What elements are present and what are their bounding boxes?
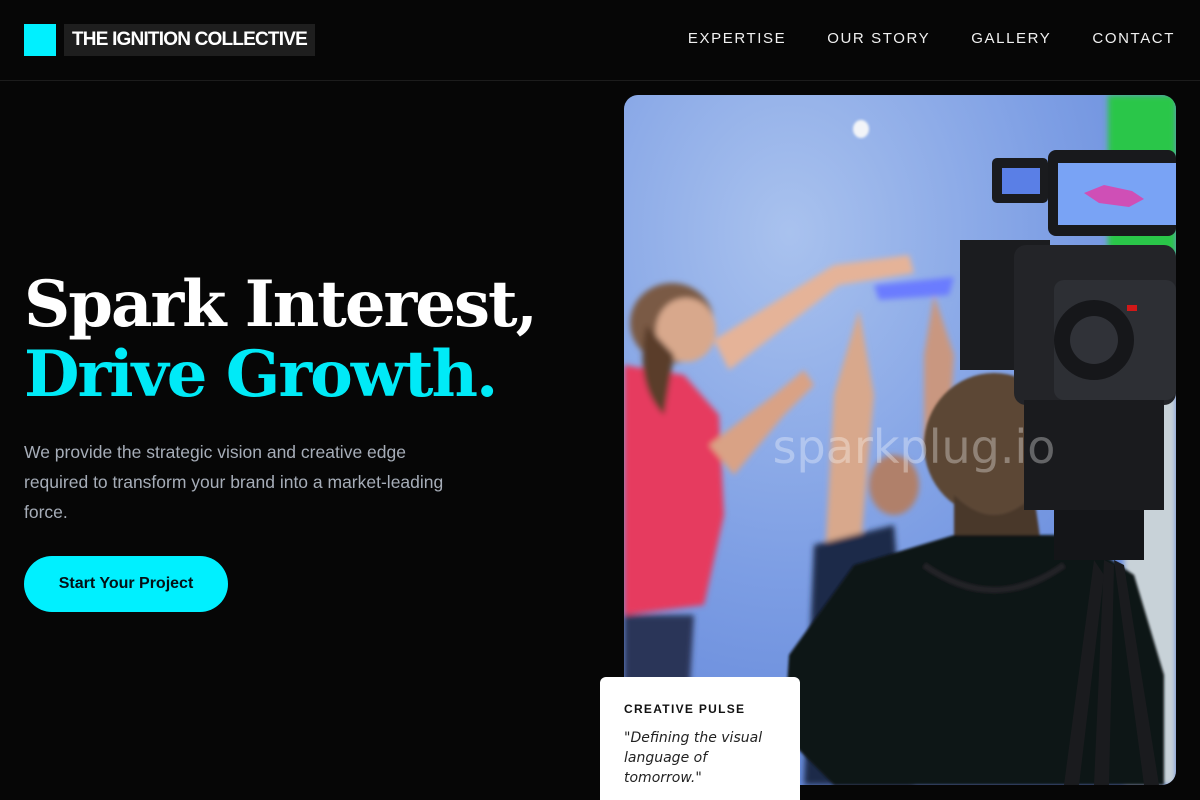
brand-name: THE IGNITION COLLECTIVE <box>64 24 315 56</box>
site-header: THE IGNITION COLLECTIVE EXPERTISE OUR ST… <box>0 0 1200 81</box>
card-title: CREATIVE PULSE <box>624 702 746 716</box>
hero-headline-line1: Spark Interest, <box>24 267 538 342</box>
hero-headline-line2: Drive Growth. <box>24 337 498 412</box>
logo[interactable]: THE IGNITION COLLECTIVE <box>24 24 315 56</box>
nav-link-gallery[interactable]: GALLERY <box>971 29 1051 49</box>
hero-description: We provide the strategic vision and crea… <box>24 442 444 522</box>
image-watermark: sparkplug.io <box>773 420 1056 474</box>
logo-mark-icon <box>24 24 56 56</box>
creative-pulse-card: CREATIVE PULSE "Defining the visual lang… <box>600 677 800 800</box>
nav-link-our-story[interactable]: OUR STORY <box>827 29 930 49</box>
start-project-button[interactable]: Start Your Project <box>24 556 228 612</box>
main-nav: EXPERTISE OUR STORY GALLERY CONTACT <box>688 29 1175 49</box>
nav-link-contact[interactable]: CONTACT <box>1092 29 1175 49</box>
hero-headline: Spark Interest, Drive Growth. <box>24 267 538 412</box>
card-quote: "Defining the visual language of tomorro… <box>624 730 763 786</box>
nav-link-expertise[interactable]: EXPERTISE <box>688 29 786 49</box>
